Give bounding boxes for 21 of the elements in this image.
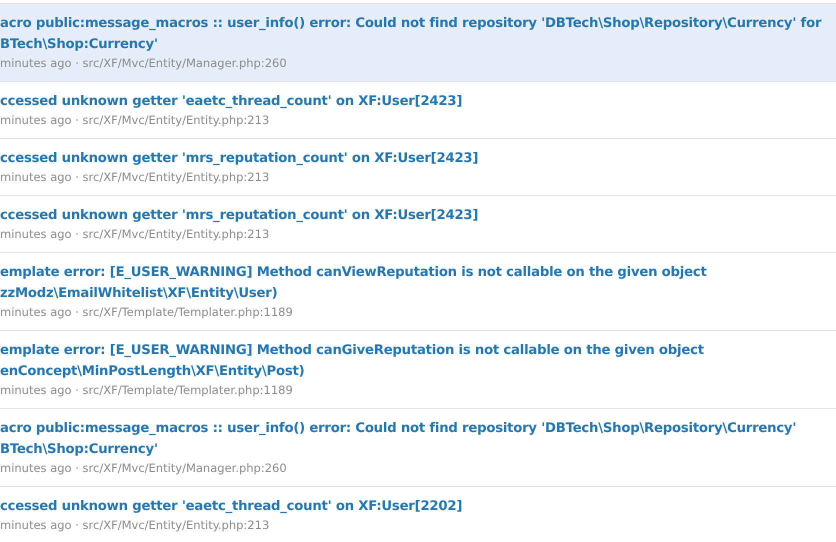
- entry-meta: minutes ago · src/XF/Mvc/Entity/Manager.php:260: [0, 55, 287, 72]
- error-link[interactable]: BTech\Shop:Currency': [0, 439, 158, 460]
- entry-meta: minutes ago · src/XF/Mvc/Entity/Entity.php:213: [0, 169, 270, 186]
- entry-meta: minutes ago · src/XF/Mvc/Entity/Entity.php:213: [0, 517, 270, 534]
- entry-meta: minutes ago · src/XF/Mvc/Entity/Entity.php:213: [0, 112, 270, 129]
- error-link[interactable]: emplate error: [E_USER_WARNING] Method canViewReputation is not callable on the given object: [0, 262, 707, 283]
- entry-meta: minutes ago · src/XF/Template/Templater.php:1189: [0, 304, 293, 321]
- error-link[interactable]: emplate error: [E_USER_WARNING] Method canGiveReputation is not callable on the given object: [0, 340, 704, 361]
- error-link[interactable]: ccessed unknown getter 'eaetc_thread_count' on XF:User[2423]: [0, 91, 462, 112]
- error-link[interactable]: enConcept\MinPostLength\XF\Entity\Post): [0, 361, 304, 382]
- error-link[interactable]: acro public:message_macros :: user_info() error: Could not find repository 'DBTech\Shop\Repository\Currency' for: [0, 13, 822, 34]
- error-link[interactable]: ccessed unknown getter 'mrs_reputation_count' on XF:User[2423]: [0, 148, 478, 169]
- entry-meta: minutes ago · src/XF/Mvc/Entity/Manager.php:260: [0, 460, 287, 477]
- error-link[interactable]: ccessed unknown getter 'eaetc_thread_count' on XF:User[2202]: [0, 496, 462, 517]
- error-link[interactable]: acro public:message_macros :: user_info() error: Could not find repository 'DBTech\Shop\Repository\Currency': [0, 418, 796, 439]
- entry-meta: minutes ago · src/XF/Mvc/Entity/Entity.php:213: [0, 226, 270, 243]
- error-link[interactable]: BTech\Shop:Currency': [0, 34, 158, 55]
- log-entry[interactable]: acro public:message_macros :: user_info() error: Could not find repository 'DBTech\Shop\Repository\Currency' for BTech\Shop:Currency' minutes ago · src/XF/Mvc/Entity/Manager.php:260: [0, 3, 836, 81]
- error-link[interactable]: ccessed unknown getter 'mrs_reputation_count' on XF:User[2423]: [0, 205, 478, 226]
- error-link[interactable]: zzModz\EmailWhitelist\XF\Entity\User): [0, 283, 278, 304]
- entry-meta: minutes ago · src/XF/Template/Templater.php:1189: [0, 382, 293, 399]
